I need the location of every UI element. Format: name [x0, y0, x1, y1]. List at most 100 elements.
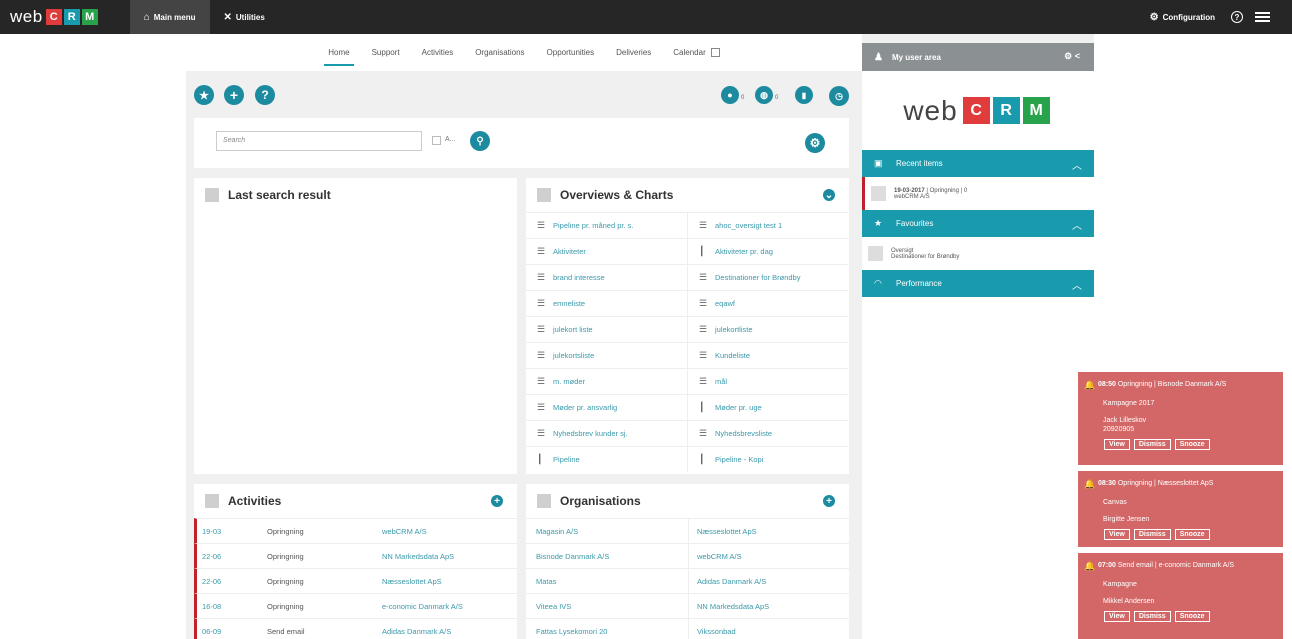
hamburger-menu-icon[interactable] [1255, 10, 1270, 24]
overview-link[interactable]: ☰ mål [687, 368, 848, 394]
overview-link[interactable]: ☰ ahoc_oversigt test 1 [687, 212, 848, 238]
overview-link[interactable]: ☰ julekort liste [526, 316, 687, 342]
overview-link[interactable]: ☰ Pipeline pr. måned pr. s. [526, 212, 687, 238]
reminder-title: 08:30 Opringning | Næsseslottet ApS [1098, 479, 1213, 490]
activity-date: 22-06 [202, 576, 222, 586]
dismiss-button[interactable]: Dismiss [1133, 439, 1171, 450]
help-circle-icon[interactable]: ? [255, 85, 275, 105]
timer-icon[interactable]: ◷ [829, 86, 849, 106]
organisation-link[interactable]: Matas [526, 577, 688, 586]
organisation-link[interactable]: Adidas Danmark A/S [688, 568, 848, 594]
organisation-link[interactable]: Magasin A/S [526, 527, 688, 536]
activity-organisation[interactable]: Adidas Danmark A/S [382, 627, 512, 636]
activity-organisation[interactable]: Næsseslottet ApS [382, 577, 512, 586]
overview-link[interactable]: ☰ eqawf [687, 290, 848, 316]
reminder-title: 08:50 Opringning | Bisnode Danmark A/S [1098, 380, 1226, 391]
globe-icon[interactable]: ◍ [755, 86, 773, 104]
overview-link[interactable]: ☰ julekortsliste [526, 342, 687, 368]
overview-link[interactable]: ☰ brand interesse [526, 264, 687, 290]
favourite-item[interactable]: Oversigt Destinationer for Brøndby [862, 237, 1094, 270]
table-row[interactable]: 22-06 Opringning Næsseslottet ApS [194, 568, 517, 593]
reminder-buttons: View Dismiss Snooze [1078, 529, 1283, 540]
table-row: Bisnode Danmark A/S webCRM A/S [526, 543, 849, 569]
overview-link[interactable]: ┃ Pipeline - Kopi [687, 446, 848, 472]
overview-link[interactable]: ☰ Destinationer for Brøndby [687, 264, 848, 290]
overview-link[interactable]: ☰ Aktiviteter [526, 238, 687, 264]
list-icon: ☰ [699, 324, 708, 334]
list-icon: ☰ [537, 246, 546, 256]
search-settings-gear-icon[interactable]: ⚙ [805, 133, 825, 153]
snooze-button[interactable]: Snooze [1174, 439, 1210, 450]
performance-bar[interactable]: ◠ Performance ︿ [862, 270, 1094, 297]
organisation-link[interactable]: Fattas Lysekomori 20 [526, 627, 688, 636]
recent-item-type: | Opringning | 0 [926, 187, 968, 194]
table-row[interactable]: 22-06 Opringning NN Markedsdata ApS [194, 543, 517, 568]
activity-organisation[interactable]: NN Markedsdata ApS [382, 552, 512, 561]
table-row[interactable]: 19-03 Opringning webCRM A/S [194, 518, 517, 543]
utilities-label: Utilities [235, 12, 265, 22]
activity-organisation[interactable]: webCRM A/S [382, 527, 512, 536]
organisation-link[interactable]: Næsseslottet ApS [688, 518, 848, 544]
overview-link[interactable]: ☰ emneliste [526, 290, 687, 316]
add-new-icon[interactable]: + [224, 85, 244, 105]
overview-link[interactable]: ┃ Aktiviteter pr. dag [687, 238, 848, 264]
overview-link[interactable]: ┃ Pipeline [526, 446, 687, 472]
add-organisation-button[interactable]: + [823, 495, 835, 507]
view-button[interactable]: View [1104, 439, 1130, 450]
tab-home[interactable]: Home [324, 38, 355, 67]
help-icon[interactable]: ? [1231, 11, 1243, 23]
list-icon: ☰ [699, 298, 708, 308]
table-row[interactable]: 16-08 Opringning e-conomic Danmark A/S [194, 593, 517, 618]
overview-link[interactable]: ☰ Nyhedsbrevsliste [687, 420, 848, 446]
overview-link[interactable]: ☰ Møder pr. ansvarlig [526, 394, 687, 420]
overview-link[interactable]: ☰ Nyhedsbrev kunder sj. [526, 420, 687, 446]
add-activity-button[interactable]: + [491, 495, 503, 507]
favourite-star-icon[interactable]: ★ [194, 85, 214, 105]
user-icon[interactable]: ● [721, 86, 739, 104]
tab-organisations[interactable]: Organisations [475, 38, 524, 67]
tab-calendar[interactable]: Calendar [673, 38, 720, 67]
organisation-link[interactable]: Vikssonbad [688, 618, 848, 639]
overview-link[interactable]: ☰ Kundeliste [687, 342, 848, 368]
view-button[interactable]: View [1104, 529, 1130, 540]
organisation-link[interactable]: Bisnode Danmark A/S [526, 552, 688, 561]
tab-support[interactable]: Support [372, 38, 400, 67]
overview-label: julekortliste [715, 325, 753, 334]
webcrm-logo[interactable]: web C R M [10, 7, 100, 27]
overview-link[interactable]: ☰ m. møder [526, 368, 687, 394]
signal-icon[interactable]: ▮ [795, 86, 813, 104]
dismiss-button[interactable]: Dismiss [1133, 611, 1171, 622]
main-menu-button[interactable]: ⌂ Main menu [129, 0, 210, 34]
utilities-button[interactable]: ✕ Utilities [210, 0, 279, 34]
table-row: Fattas Lysekomori 20 Vikssonbad [526, 618, 849, 639]
table-row[interactable]: 06-09 Send email Adidas Danmark A/S [194, 618, 517, 639]
view-button[interactable]: View [1104, 611, 1130, 622]
overviews-header: Overviews & Charts ⌄ [526, 178, 849, 212]
tab-deliveries[interactable]: Deliveries [616, 38, 651, 67]
favourite-item-icon [868, 246, 883, 261]
activity-organisation[interactable]: e-conomic Danmark A/S [382, 602, 512, 611]
organisation-link[interactable]: NN Markedsdata ApS [688, 593, 848, 619]
favourites-bar[interactable]: ★ Favourites ︿ [862, 210, 1094, 237]
search-icon[interactable]: ⚲ [470, 131, 490, 151]
organisation-link[interactable]: webCRM A/S [688, 543, 848, 569]
overview-link[interactable]: ┃ Møder pr. uge [687, 394, 848, 420]
tab-opportunities[interactable]: Opportunities [547, 38, 595, 67]
collapse-chevron-icon[interactable]: ⌄ [823, 189, 835, 201]
recent-items-bar[interactable]: ▣ Recent items ︿ [862, 150, 1094, 177]
snooze-button[interactable]: Snooze [1174, 529, 1210, 540]
organisation-link[interactable]: Viteea IVS [526, 602, 688, 611]
recent-items-title: Recent items [896, 159, 943, 168]
search-input[interactable]: Search [216, 131, 422, 151]
dismiss-button[interactable]: Dismiss [1133, 529, 1171, 540]
configuration-button[interactable]: Configuration [1163, 13, 1215, 22]
reminder-contact: Birgitte Jensen [1078, 515, 1283, 524]
overview-label: julekortsliste [553, 351, 595, 360]
user-area-controls[interactable]: ⚙ < [1064, 51, 1080, 62]
snooze-button[interactable]: Snooze [1174, 611, 1210, 622]
search-all-checkbox[interactable] [432, 136, 441, 145]
overview-link[interactable]: ☰ julekortliste [687, 316, 848, 342]
table-row: Viteea IVS NN Markedsdata ApS [526, 593, 849, 619]
recent-item[interactable]: 19-03-2017 | Opringning | 0 webCRM A/S [862, 177, 1094, 210]
tab-activities[interactable]: Activities [422, 38, 454, 67]
